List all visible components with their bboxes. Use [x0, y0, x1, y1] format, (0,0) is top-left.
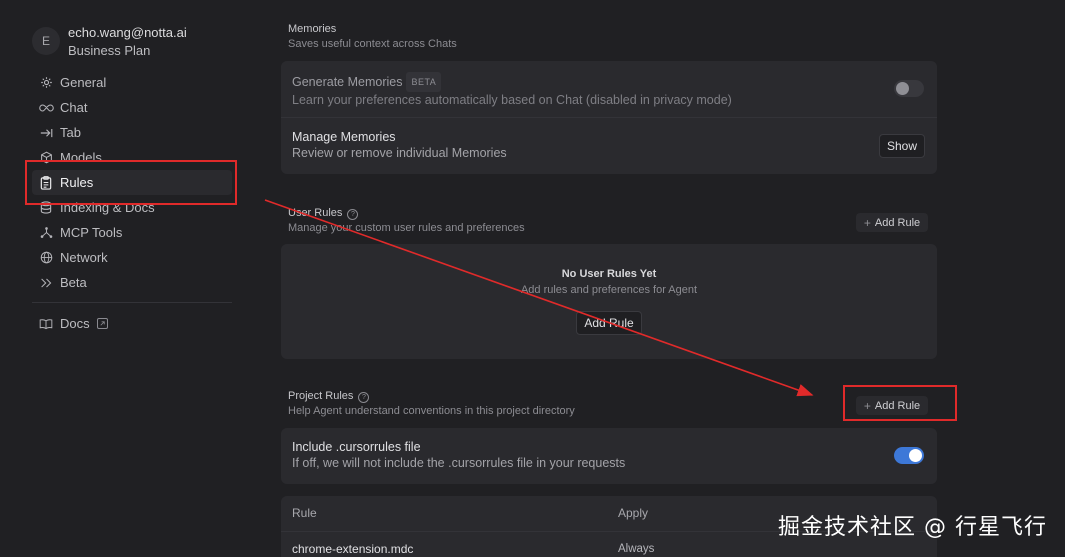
hub-icon	[38, 225, 54, 241]
sidebar-item-label: General	[60, 75, 107, 90]
sidebar-item-tab[interactable]: Tab	[32, 120, 232, 145]
annotation-box-add-rule	[843, 385, 957, 421]
account-info: E echo.wang@notta.ai Business Plan	[32, 24, 187, 59]
sidebar-item-mcp-tools[interactable]: MCP Tools	[32, 220, 232, 245]
info-icon[interactable]: ?	[358, 392, 370, 403]
section-title-project-rules: Project Rules	[288, 390, 354, 402]
add-rule-label: Add Rule	[874, 216, 921, 229]
sidebar-item-label: MCP Tools	[60, 225, 123, 240]
sidebar-item-chat[interactable]: Chat	[32, 95, 232, 120]
book-icon	[38, 316, 54, 332]
section-title-memories: Memories	[288, 23, 337, 35]
user-rules-header: User Rules? Manage your custom user rule…	[288, 206, 788, 236]
sidebar: E echo.wang@notta.ai Business Plan Gener…	[0, 0, 250, 557]
sidebar-item-label: Docs	[60, 316, 90, 331]
add-user-rule-button[interactable]: + Add Rule	[856, 213, 928, 232]
beta-badge: BETA	[406, 72, 442, 92]
watermark-text: 掘金技术社区 @ 行星飞行	[778, 515, 1047, 540]
tab-arrow-icon	[38, 125, 54, 141]
include-cursorrules-toggle[interactable]	[894, 447, 924, 464]
table-cell-apply: Always	[618, 543, 655, 555]
row-divider	[281, 117, 937, 118]
project-rules-header: Project Rules? Help Agent understand con…	[288, 389, 788, 419]
sidebar-item-general[interactable]: General	[32, 70, 232, 95]
include-cursorrules-subtitle: If off, we will not include the .cursorr…	[292, 456, 626, 470]
sidebar-item-label: Chat	[60, 100, 88, 115]
memories-card: Generate Memories BETA Learn your prefere…	[281, 61, 937, 174]
sidebar-item-beta[interactable]: Beta	[32, 270, 232, 295]
avatar: E	[32, 27, 60, 55]
section-subtitle-user-rules: Manage your custom user rules and prefer…	[288, 222, 525, 234]
section-title-user-rules: User Rules	[288, 207, 343, 219]
include-cursorrules-card: Include .cursorrules file If off, we wil…	[281, 428, 937, 484]
table-header-apply: Apply	[618, 506, 649, 520]
sidebar-item-label: Tab	[60, 125, 81, 140]
sidebar-docs: Docs	[32, 311, 232, 336]
generate-memories-toggle[interactable]	[894, 80, 924, 97]
show-memories-button[interactable]: Show	[879, 134, 925, 158]
manage-memories-title: Manage Memories	[292, 130, 396, 144]
section-subtitle-memories: Saves useful context across Chats	[288, 38, 457, 50]
empty-add-rule-button[interactable]: Add Rule	[576, 311, 642, 335]
generate-memories-subtitle: Learn your preferences automatically bas…	[292, 93, 732, 107]
account-email: echo.wang@notta.ai	[68, 25, 187, 40]
globe-icon	[38, 250, 54, 266]
settings-window: E echo.wang@notta.ai Business Plan Gener…	[0, 0, 1065, 557]
section-subtitle-project-rules: Help Agent understand conventions in thi…	[288, 405, 575, 417]
account-plan: Business Plan	[68, 43, 151, 58]
manage-memories-subtitle: Review or remove individual Memories	[292, 146, 507, 160]
annotation-box-rules	[25, 160, 237, 205]
empty-state-title: No User Rules Yet	[561, 268, 657, 280]
plus-icon: +	[863, 215, 871, 230]
gear-icon	[38, 75, 54, 91]
sidebar-item-docs[interactable]: Docs	[32, 311, 232, 336]
table-cell-rule: chrome-extension.mdc	[292, 542, 414, 556]
memories-header: Memories Saves useful context across Cha…	[288, 22, 888, 52]
include-cursorrules-title: Include .cursorrules file	[292, 440, 421, 454]
infinity-icon	[38, 100, 54, 116]
table-header-rule: Rule	[292, 506, 317, 520]
double-chevron-icon	[38, 275, 54, 291]
empty-state-subtitle: Add rules and preferences for Agent	[520, 284, 698, 296]
sidebar-item-label: Network	[60, 250, 108, 265]
external-link-icon	[96, 318, 108, 329]
info-icon[interactable]: ?	[347, 209, 359, 220]
generate-memories-title: Generate Memories	[292, 75, 403, 89]
sidebar-item-label: Beta	[60, 275, 87, 290]
user-rules-empty-card: No User Rules Yet Add rules and preferen…	[281, 244, 937, 359]
sidebar-item-network[interactable]: Network	[32, 245, 232, 270]
sidebar-divider	[32, 302, 232, 303]
